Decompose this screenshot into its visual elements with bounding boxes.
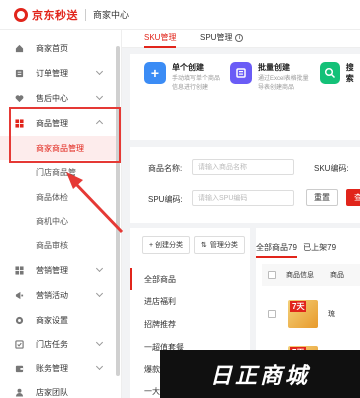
sidebar-subitem-review[interactable]: 商品审核 [0, 233, 118, 257]
list-tabs: 全部商品79 已上架79 [256, 242, 336, 258]
batch-create-card[interactable]: 批量创建 通过Excel表格批量导表创建商品 [230, 62, 310, 93]
create-actions-panel: + 单个创建 手动填写单个商品信息进行创建 批量创建 通过Excel表格批量导表… [130, 54, 360, 140]
sidebar-item-label: 门店任务 [36, 339, 68, 349]
row-checkbox[interactable] [268, 310, 276, 318]
grid-icon [15, 265, 24, 275]
wallet-icon [15, 364, 24, 373]
header-divider [85, 8, 86, 21]
sidebar: 商家首页 订单管理 售后中心 商品管理 商家商品管理 门店商品管 商品体检 商机… [0, 30, 122, 398]
chevron-down-icon [95, 92, 104, 101]
chevron-down-icon [95, 67, 104, 76]
gear-icon [15, 316, 24, 325]
home-icon [15, 44, 24, 53]
query-button[interactable]: 查询 [346, 189, 360, 206]
sidebar-item-settings[interactable]: 商家设置 [0, 308, 118, 332]
product-name: 琉 [328, 311, 335, 318]
heart-icon [15, 94, 24, 103]
search-card[interactable]: 搜索 [320, 62, 360, 84]
sort-icon: ⇅ [201, 242, 207, 249]
batch-icon [230, 62, 252, 84]
single-create-title: 单个创建 [172, 63, 204, 72]
chevron-down-icon [95, 264, 104, 273]
batch-create-title: 批量创建 [258, 63, 290, 72]
info-icon[interactable]: i [235, 33, 244, 42]
sidebar-item-label: 营销活动 [36, 290, 68, 300]
chevron-down-icon [95, 289, 104, 298]
sidebar-item-marketing[interactable]: 营销管理 [0, 258, 118, 282]
search-icon [320, 62, 340, 84]
sidebar-item-store-tasks[interactable]: 门店任务 [0, 332, 118, 356]
sidebar-item-orders[interactable]: 订单管理 [0, 61, 118, 85]
col-product: 商品 [330, 272, 344, 279]
merchant-center-title: 商家中心 [93, 10, 130, 20]
main-content: SKU管理 SPU管理 i + 单个创建 手动填写单个商品信息进行创建 批量创建 … [122, 30, 360, 398]
reset-button[interactable]: 重置 [306, 189, 338, 206]
sidebar-item-label: 订单管理 [36, 68, 68, 78]
tab-sku[interactable]: SKU管理 [144, 32, 177, 48]
product-name-label: 商品名称: [148, 164, 183, 173]
megaphone-icon [15, 291, 24, 300]
brand-name[interactable]: 京东秒送 [32, 7, 78, 23]
single-create-desc: 手动填写单个商品信息进行创建 [172, 76, 221, 91]
user-icon [15, 388, 24, 397]
search-card-title: 搜索 [345, 63, 354, 83]
tab-bar: SKU管理 SPU管理 i [122, 30, 360, 48]
sku-code-label: SKU编码: [314, 164, 349, 173]
spu-code-input[interactable]: 请输入SPU编码 [192, 190, 294, 206]
batch-create-desc: 通过Excel表格批量导表创建商品 [258, 76, 309, 91]
col-product-info: 商品信息 [286, 272, 314, 279]
chevron-down-icon [95, 338, 104, 347]
sidebar-item-label: 售后中心 [36, 93, 68, 103]
annotation-highlight-box [9, 107, 121, 163]
top-bar: 京东秒送 商家中心 [0, 0, 360, 30]
category-item[interactable]: 进店福利 [130, 290, 250, 312]
sidebar-item-label: 营销管理 [36, 265, 68, 275]
task-icon [15, 339, 24, 349]
tab-all-products[interactable]: 全部商品79 [256, 243, 297, 258]
sidebar-item-team[interactable]: 店家团队 [0, 380, 118, 398]
order-icon [15, 69, 24, 78]
select-all-checkbox[interactable] [268, 271, 276, 279]
sidebar-item-label: 商家首页 [36, 43, 68, 53]
spu-code-label: SPU编码: [148, 195, 183, 204]
chevron-down-icon [95, 362, 104, 371]
tab-spu-label: SPU管理 [200, 33, 233, 42]
table-header: 商品信息 商品 [262, 264, 360, 286]
watermark-banner: 日正商城 [160, 350, 360, 398]
watermark-text: 日正商城 [209, 363, 310, 388]
sidebar-item-label: 商家设置 [36, 315, 68, 325]
single-create-card[interactable]: + 单个创建 手动填写单个商品信息进行创建 [144, 62, 224, 93]
sidebar-item-accounts[interactable]: 账务管理 [0, 356, 118, 380]
product-thumbnail: 7天 [288, 300, 318, 328]
plus-icon: + [144, 62, 166, 84]
category-item[interactable]: 全部商品 [130, 268, 250, 290]
tab-online-products[interactable]: 已上架79 [303, 243, 336, 252]
sidebar-scrollbar[interactable] [116, 46, 120, 376]
table-row[interactable]: 7天 琉 [262, 294, 360, 334]
sidebar-item-label: 账务管理 [36, 363, 68, 373]
manage-category-button[interactable]: ⇅ 管理分类 [194, 236, 245, 254]
sidebar-item-label: 店家团队 [36, 387, 68, 397]
manage-category-label: 管理分类 [209, 242, 238, 249]
tab-spu[interactable]: SPU管理 i [200, 32, 244, 43]
create-category-button[interactable]: + 创建分类 [142, 236, 191, 254]
sidebar-item-home[interactable]: 商家首页 [0, 36, 118, 60]
product-tag: 7天 [290, 301, 307, 312]
sidebar-item-campaigns[interactable]: 营销活动 [0, 283, 118, 307]
product-name-input[interactable]: 请输入商品名称 [192, 159, 294, 175]
sidebar-subitem-opportunity[interactable]: 商机中心 [0, 209, 118, 233]
sidebar-subitem-store-products[interactable]: 门店商品管 [0, 160, 118, 184]
category-item[interactable]: 招牌推荐 [130, 313, 250, 335]
jd-logo-icon [14, 7, 28, 22]
filter-panel: 商品名称: 请输入商品名称 SKU编码: SPU编码: 请输入SPU编码 重置 … [130, 147, 360, 223]
sidebar-subitem-product-check[interactable]: 商品体检 [0, 185, 118, 209]
